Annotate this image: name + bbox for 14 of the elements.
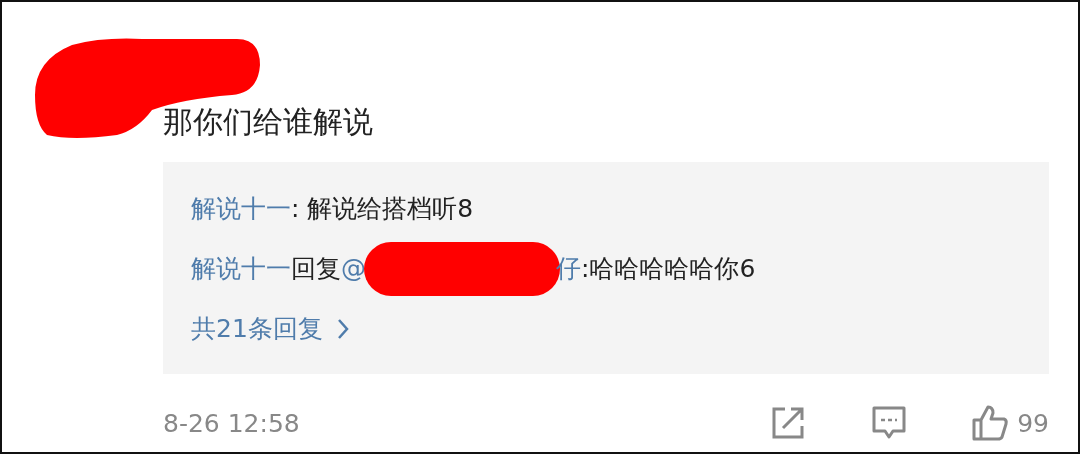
comment-text: 那你们给谁解说 (163, 103, 374, 141)
comment-button[interactable] (871, 405, 908, 441)
chevron-right-icon (336, 318, 349, 340)
more-replies-link[interactable]: 共21条回复 (191, 306, 1021, 352)
reply-text: : 解说给搭档听8 (291, 193, 474, 225)
thumbs-up-icon (971, 404, 1010, 442)
comment-icon (871, 405, 908, 441)
comment-time: 8-26 12:58 (163, 408, 300, 438)
like-button[interactable]: 99 (971, 404, 1049, 442)
reply-author[interactable]: 解说十一 (191, 246, 291, 292)
reply-text: :哈哈哈哈哈你6 (581, 253, 756, 285)
reply-verb: 回复 (291, 253, 341, 285)
reply-author[interactable]: 解说十一 (191, 186, 291, 232)
mention-link[interactable]: @ (341, 246, 366, 292)
